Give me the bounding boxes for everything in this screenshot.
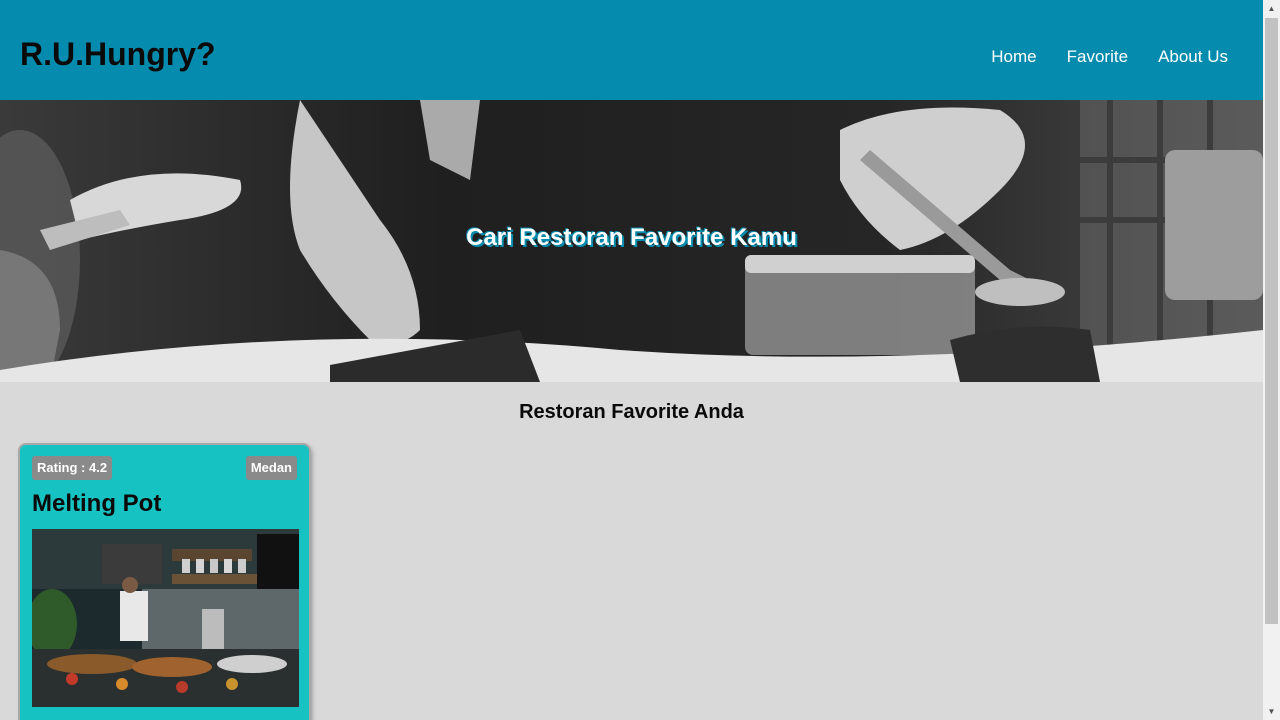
- nav-home-link[interactable]: Home: [991, 46, 1036, 68]
- restaurant-name[interactable]: Melting Pot: [32, 490, 161, 518]
- main-nav: Home Favorite About Us: [991, 46, 1228, 68]
- restaurant-image[interactable]: [32, 529, 299, 707]
- brand-title[interactable]: R.U.Hungry?: [20, 34, 216, 74]
- scroll-down-arrow-icon[interactable]: ▼: [1263, 703, 1280, 720]
- page: R.U.Hungry? Home Favorite About Us Cari …: [0, 0, 1263, 720]
- nav-favorite-link[interactable]: Favorite: [1067, 46, 1128, 68]
- city-badge: Medan: [245, 456, 297, 480]
- restaurant-card[interactable]: Rating : 4.2 Medan Melting Pot: [20, 445, 309, 720]
- section-title: Restoran Favorite Anda: [519, 401, 744, 423]
- vertical-scrollbar[interactable]: ▲ ▼: [1263, 0, 1280, 720]
- hero-banner: Cari Restoran Favorite Kamu: [0, 100, 1263, 382]
- scrollbar-thumb[interactable]: [1265, 18, 1278, 624]
- hero-title: Cari Restoran Favorite Kamu: [466, 224, 797, 251]
- nav-about-link[interactable]: About Us: [1158, 46, 1228, 68]
- scroll-up-arrow-icon[interactable]: ▲: [1263, 0, 1280, 17]
- restaurant-photo: [32, 529, 299, 707]
- app-bar: R.U.Hungry? Home Favorite About Us: [0, 0, 1263, 100]
- rating-badge: Rating : 4.2: [32, 456, 113, 480]
